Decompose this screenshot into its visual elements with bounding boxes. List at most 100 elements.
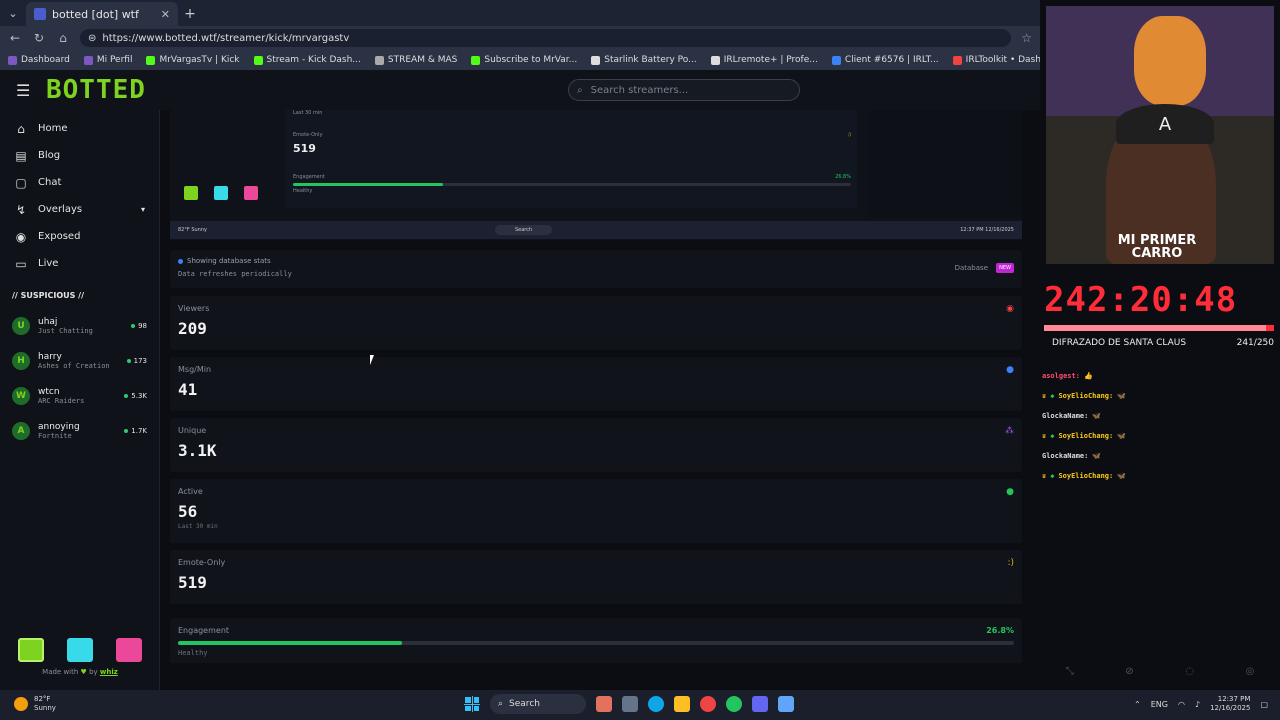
- stat-card-unique: Unique 3.1K ⁂: [170, 418, 1022, 472]
- theme-swatch-green[interactable]: [18, 638, 44, 662]
- chat-emote: 🦋: [1117, 472, 1126, 480]
- settings-icon[interactable]: ◎: [1245, 666, 1254, 677]
- bookmark-item[interactable]: Mi Perfil: [83, 55, 132, 65]
- suspicious-streamer[interactable]: Uuhaj Just Chatting 98: [0, 308, 159, 343]
- bookmark-item[interactable]: Starlink Battery Po...: [591, 55, 697, 65]
- notepad-icon[interactable]: [778, 696, 794, 712]
- sidebar-item-overlays[interactable]: ↯ Overlays ▾: [0, 196, 159, 223]
- streamer-name: wtcn: [38, 386, 60, 397]
- goal-count: 241/250: [1236, 338, 1274, 348]
- avatar: U: [12, 316, 30, 335]
- goal-label: DIFRAZADO DE SANTA CLAUS: [1052, 338, 1187, 348]
- embedded-swatches: [184, 186, 258, 200]
- widgets-app-icon[interactable]: [596, 696, 612, 712]
- bookmark-item[interactable]: Client #6576 | IRLT...: [831, 55, 939, 65]
- theme-swatch-cyan[interactable]: [67, 638, 93, 662]
- streamer-game: Ashes of Creation: [38, 361, 110, 370]
- goal-row: DIFRAZADO DE SANTA CLAUS 241/250: [1052, 338, 1274, 348]
- chrome-icon[interactable]: [700, 696, 716, 712]
- overlay-controls: ⤡ ⊘ ◌ ◎: [1040, 666, 1280, 677]
- suspicious-streamer[interactable]: Aannoying Fortnite 1.7K: [0, 413, 159, 448]
- notifications-icon[interactable]: ▢: [1260, 700, 1268, 709]
- engagement-status: Healthy: [178, 649, 208, 657]
- site-info-icon[interactable]: ⊜: [88, 33, 96, 44]
- sidebar-item-chat[interactable]: ▢ Chat: [0, 169, 159, 196]
- volume-icon[interactable]: ♪: [1195, 700, 1200, 709]
- taskview-icon[interactable]: [622, 696, 638, 712]
- bookmark-item[interactable]: IRLremote+ | Profe...: [710, 55, 818, 65]
- suspicious-heading: // SUSPICIOUS //: [12, 291, 85, 300]
- collapse-icon[interactable]: ⤡: [1066, 666, 1074, 677]
- embedded-engagement-card: Engagement 26.8% Healthy: [293, 174, 851, 194]
- reload-icon[interactable]: ↻: [32, 31, 46, 45]
- embedded-emote-label: Emote-Only: [293, 132, 323, 138]
- chat-message: ♛ ◆ SoyElioChang: 🦋: [1042, 386, 1278, 406]
- weather-widget[interactable]: 82°F Sunny: [14, 695, 56, 713]
- chat-message: asolgest: 👍: [1042, 366, 1278, 386]
- bookmark-item[interactable]: Dashboard: [8, 55, 70, 65]
- suspicious-streamer[interactable]: Wwtcn ARC Raiders 5.3K: [0, 378, 159, 413]
- stat-value: 3.1K: [178, 441, 217, 460]
- suspicious-streamer[interactable]: Hharry Ashes of Creation 173: [0, 343, 159, 378]
- loop-icon[interactable]: ◌: [1185, 666, 1194, 677]
- wifi-icon[interactable]: ◠: [1178, 700, 1185, 709]
- windows-start-icon[interactable]: [464, 696, 480, 712]
- file-explorer-icon[interactable]: [674, 696, 690, 712]
- streamer-search-input[interactable]: ⌕ Search streamers...: [568, 79, 800, 101]
- new-tab-button[interactable]: +: [178, 2, 202, 26]
- back-arrow-icon[interactable]: ←: [8, 31, 22, 45]
- close-tab-icon[interactable]: ✕: [161, 8, 170, 21]
- sidebar-item-label: Live: [38, 258, 59, 269]
- stat-value: 41: [178, 380, 198, 399]
- spotify-icon[interactable]: [726, 696, 742, 712]
- theme-swatch-pink[interactable]: [116, 638, 142, 662]
- taskbar-clock[interactable]: 12:37 PM 12/16/2025: [1210, 695, 1250, 713]
- home-button-icon[interactable]: ⌂: [56, 31, 70, 45]
- chat-username: SoyElioChang:: [1058, 472, 1114, 480]
- made-with-text: Made with: [42, 668, 79, 676]
- bookmark-star-icon[interactable]: ☆: [1021, 31, 1032, 45]
- stat-value: 56: [178, 502, 198, 521]
- bookmark-label: IRLToolkit • Dashb...: [965, 55, 1040, 65]
- info-dot-icon: [178, 258, 183, 264]
- botted-logo[interactable]: BOTTED: [46, 75, 146, 105]
- discord-icon[interactable]: [752, 696, 768, 712]
- bookmark-item[interactable]: MrVargasTv | Kick: [146, 55, 240, 65]
- sidebar-item-live[interactable]: ▭ Live: [0, 250, 159, 277]
- live-dot-icon: [124, 393, 129, 398]
- chevron-down-icon[interactable]: ▾: [141, 205, 145, 214]
- sun-icon: [14, 697, 28, 711]
- url-field[interactable]: ⊜ https://www.botted.wtf/streamer/kick/m…: [80, 29, 1012, 47]
- tray-lang[interactable]: ENG: [1151, 700, 1168, 709]
- hide-icon[interactable]: ⊘: [1125, 666, 1133, 677]
- taskbar-search-label: Search: [509, 699, 540, 709]
- bookmark-item[interactable]: Subscribe to MrVar...: [471, 55, 577, 65]
- eye-icon: ◉: [1006, 304, 1014, 314]
- live-dot-icon: [124, 428, 129, 433]
- author-link[interactable]: whiz: [100, 668, 118, 676]
- sidebar-item-exposed[interactable]: ◉ Exposed: [0, 223, 159, 250]
- chat-username: GlockaName:: [1042, 412, 1089, 420]
- bookmark-item[interactable]: IRLToolkit • Dashb...: [952, 55, 1040, 65]
- goal-progress-fill: [1044, 325, 1266, 331]
- sidebar-item-home[interactable]: ⌂ Home: [0, 115, 159, 142]
- sidebar-item-blog[interactable]: ▤ Blog: [0, 142, 159, 169]
- tab-list-chevron-icon[interactable]: ⌄: [0, 0, 26, 26]
- bookmark-label: Dashboard: [21, 55, 70, 65]
- bookmark-item[interactable]: STREAM & MAS: [374, 55, 457, 65]
- app-header: ☰ BOTTED ⌕ Search streamers...: [0, 70, 1040, 110]
- edge-browser-icon[interactable]: [648, 696, 664, 712]
- browser-tab-active[interactable]: botted [dot] wtf ✕: [26, 2, 178, 26]
- search-placeholder: Search streamers...: [590, 84, 689, 96]
- viewer-count: 98: [131, 322, 147, 330]
- embedded-overlay-area: [868, 110, 1022, 218]
- hamburger-menu-icon[interactable]: ☰: [16, 81, 46, 100]
- embedded-engagement-label: Engagement: [293, 174, 325, 180]
- taskbar-search[interactable]: ⌕ Search: [490, 694, 586, 714]
- stats-info-line2: Data refreshes periodically: [178, 270, 292, 278]
- bookmark-item[interactable]: Stream - Kick Dash...: [253, 55, 361, 65]
- stats-info-line1: Showing database stats: [178, 257, 1014, 265]
- stat-label: Viewers: [178, 304, 210, 313]
- check-circle-icon: ●: [1006, 487, 1014, 497]
- tray-overflow-icon[interactable]: ⌃: [1134, 700, 1141, 709]
